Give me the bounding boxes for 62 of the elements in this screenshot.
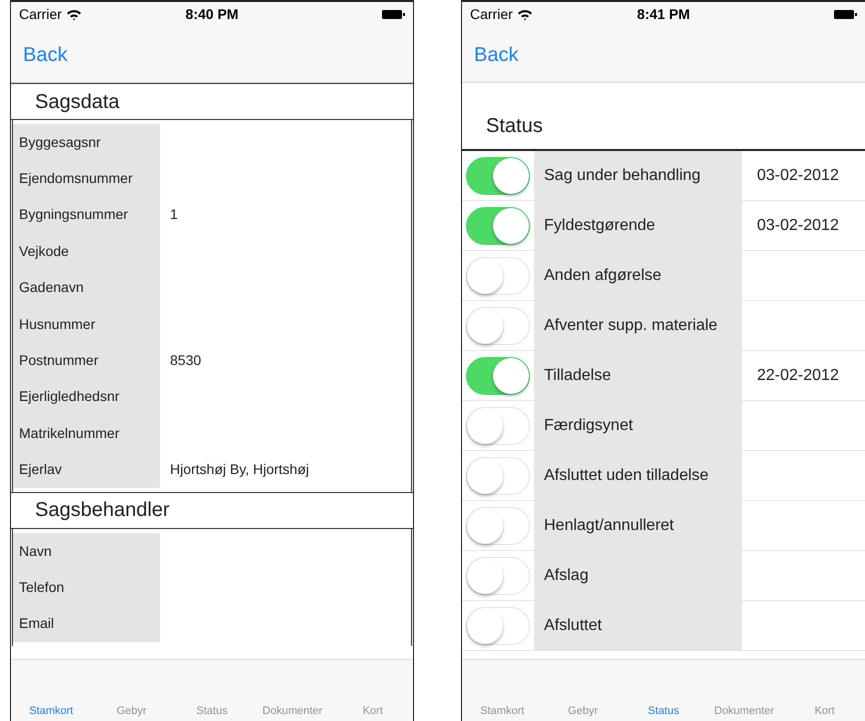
field-label: Navn: [19, 542, 52, 561]
toggle-switch[interactable]: [466, 556, 530, 594]
field-label: Vejkode: [19, 242, 69, 261]
status-label: Tilladelse: [544, 366, 611, 386]
tab[interactable]: Gebyr: [91, 702, 172, 719]
status-label: Afsluttet: [544, 616, 602, 636]
status-label: Fyldestgørende: [544, 216, 656, 236]
tab[interactable]: Gebyr: [542, 702, 624, 719]
field-label: Husnummer: [19, 314, 96, 334]
field-label: Telefon: [19, 578, 64, 597]
field-label: Ejendomsnummer: [19, 169, 133, 188]
status-date: 22-02-2012: [757, 366, 839, 386]
toggle-switch[interactable]: [466, 506, 530, 544]
section-header: Sagsdata: [35, 90, 120, 114]
battery-icon: [834, 10, 857, 19]
toggle-switch[interactable]: [466, 406, 530, 444]
toggle-switch[interactable]: [466, 606, 530, 644]
toggle-switch[interactable]: [466, 356, 530, 394]
field-label: Ejerligledhedsnr: [19, 387, 120, 406]
tab[interactable]: Status: [172, 702, 252, 719]
wifi-icon: [516, 8, 533, 21]
status-date: 03-02-2012: [757, 216, 839, 236]
toggle-switch[interactable]: [466, 206, 530, 244]
status-label: Afsluttet uden tilladelse: [544, 466, 709, 486]
field-value: 1: [170, 205, 178, 224]
tab[interactable]: Kort: [784, 702, 865, 719]
status-time: 8:40 PM: [186, 5, 238, 24]
status-date: 03-02-2012: [757, 166, 839, 186]
field-label: Bygningsnummer: [19, 205, 128, 224]
toggle-switch[interactable]: [466, 306, 530, 344]
field-label: Byggesagsnr: [19, 132, 101, 152]
status-label: Sag under behandling: [544, 166, 701, 186]
toggle-switch[interactable]: [466, 156, 530, 194]
field-label: Email: [19, 614, 54, 634]
toggle-switch[interactable]: [466, 456, 530, 494]
carrier-name: Carrier: [470, 5, 513, 24]
tab[interactable]: Dokumenter: [704, 702, 784, 719]
status-label: Anden afgørelse: [544, 266, 662, 286]
status-label: Afventer supp. materiale: [544, 316, 718, 336]
carrier-name: Carrier: [19, 5, 62, 24]
tab[interactable]: Stamkort: [462, 702, 543, 719]
back-button[interactable]: Back: [474, 40, 518, 70]
field-label: Ejerlav: [19, 460, 62, 480]
status-label: Afslag: [544, 566, 588, 586]
wifi-icon: [66, 8, 82, 21]
toggle-switch[interactable]: [466, 256, 530, 294]
tab[interactable]: Stamkort: [11, 702, 92, 719]
field-label: Gadenavn: [19, 278, 84, 298]
status-label: Færdigsynet: [544, 416, 633, 436]
tab[interactable]: Dokumenter: [252, 702, 333, 719]
battery-icon: [382, 10, 405, 19]
back-button[interactable]: Back: [23, 40, 68, 70]
status-time: 8:41 PM: [637, 5, 690, 24]
field-label: Postnummer: [19, 351, 98, 370]
field-label: Matrikelnummer: [19, 424, 120, 443]
tab[interactable]: Status: [623, 702, 704, 719]
field-value: Hjortshøj By, Hjortshøj: [170, 460, 309, 480]
section-header: Status: [486, 114, 543, 139]
status-label: Henlagt/annulleret: [544, 516, 674, 536]
section-header: Sagsbehandler: [35, 498, 170, 524]
tab[interactable]: Kort: [332, 702, 413, 719]
field-value: 8530: [170, 351, 202, 370]
